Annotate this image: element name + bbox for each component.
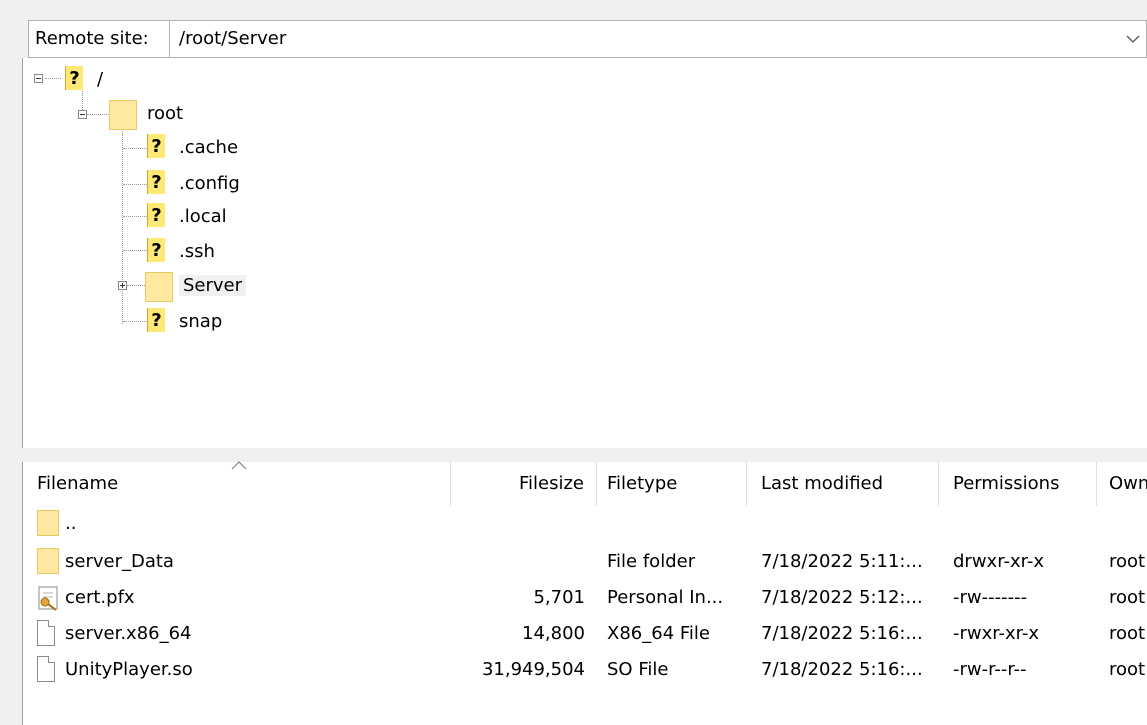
remote-directory-tree[interactable]: ? / root ? .cache ? .config ? .local ? .… [22, 58, 1147, 448]
file-permissions: -rw------- [953, 587, 1028, 608]
tree-item-label: root [147, 102, 184, 124]
table-row[interactable]: UnityPlayer.so 31,949,504 SO File 7/18/2… [23, 652, 1147, 688]
unknown-icon: ? [147, 170, 167, 196]
expand-server-expander[interactable] [118, 281, 127, 290]
tree-item-cache[interactable]: ? .cache [147, 130, 238, 164]
folder-icon [37, 510, 61, 538]
file-name: server_Data [65, 551, 174, 572]
tree-item-label: Server [179, 274, 247, 296]
column-header-label: Owner [1109, 473, 1147, 494]
tree-item-label: .cache [179, 136, 239, 158]
tree-item-label: snap [179, 310, 223, 332]
column-header-filetype[interactable]: Filetype [597, 462, 747, 506]
table-row[interactable]: cert.pfx 5,701 Personal In... 7/18/2022 … [23, 580, 1147, 616]
tree-item-local[interactable]: ? .local [147, 199, 227, 233]
pane-splitter[interactable] [0, 448, 1147, 462]
tree-item-config[interactable]: ? .config [147, 166, 240, 200]
file-modified: 7/18/2022 5:16:... [761, 623, 923, 644]
column-header-label: Filetype [607, 473, 678, 494]
file-modified: 7/18/2022 5:12:... [761, 587, 923, 608]
unknown-icon: ? [147, 238, 167, 264]
tree-item-root[interactable]: root [109, 96, 183, 130]
collapse-root-expander[interactable] [34, 74, 43, 83]
column-header-last-modified[interactable]: Last modified [747, 462, 939, 506]
file-owner: root [1109, 623, 1146, 644]
file-type: Personal In... [607, 587, 724, 608]
file-permissions: -rw-r--r-- [953, 659, 1027, 680]
unknown-icon: ? [147, 134, 167, 160]
file-name: server.x86_64 [65, 623, 192, 644]
unknown-icon: ? [147, 308, 167, 334]
sort-ascending-icon [231, 461, 247, 470]
file-name: UnityPlayer.so [65, 659, 193, 680]
tree-item-ssh[interactable]: ? .ssh [147, 234, 215, 268]
window-edge [0, 58, 22, 725]
file-modified: 7/18/2022 5:11:... [761, 551, 923, 572]
file-size [451, 544, 585, 580]
file-type: SO File [607, 659, 669, 680]
file-icon [37, 620, 61, 648]
tree-item-snap[interactable]: ? snap [147, 304, 222, 338]
file-size: 5,701 [533, 587, 585, 608]
table-row[interactable]: server.x86_64 14,800 X86_64 File 7/18/20… [23, 616, 1147, 652]
file-type: X86_64 File [607, 623, 710, 644]
tree-item-label: .config [179, 172, 240, 194]
file-owner: root [1109, 551, 1146, 572]
file-modified: 7/18/2022 5:16:... [761, 659, 923, 680]
file-size: 31,949,504 [481, 659, 585, 680]
file-name: cert.pfx [65, 587, 135, 608]
column-header-label: Filename [37, 473, 119, 494]
tree-item-root-slash[interactable]: ? / [65, 62, 103, 96]
collapse-root-folder-expander[interactable] [78, 110, 87, 119]
file-permissions: -rwxr-xr-x [953, 623, 1040, 644]
unknown-icon: ? [147, 203, 167, 229]
file-owner: root [1109, 587, 1146, 608]
tree-item-label: .local [179, 205, 227, 227]
column-header-label: Last modified [761, 473, 884, 494]
remote-site-label: Remote site: [29, 21, 170, 57]
chevron-down-icon[interactable] [1126, 33, 1140, 45]
remote-site-path-input[interactable]: /root/Server [179, 21, 286, 57]
certificate-icon [37, 584, 61, 612]
tree-item-server[interactable]: Server [145, 268, 247, 302]
file-permissions: drwxr-xr-x [953, 551, 1044, 572]
tree-item-label: / [97, 68, 104, 90]
folder-icon [109, 100, 137, 130]
column-header-permissions[interactable]: Permissions [939, 462, 1097, 506]
folder-icon [37, 548, 61, 576]
file-icon [37, 656, 61, 684]
remote-site-bar: Remote site: /root/Server [28, 20, 1147, 58]
tree-item-label: .ssh [179, 240, 215, 262]
column-header-filesize[interactable]: Filesize [451, 462, 597, 506]
table-row[interactable]: .. [23, 506, 1147, 542]
column-header-owner[interactable]: Owner [1097, 462, 1147, 506]
file-type: File folder [607, 551, 696, 572]
table-row[interactable]: server_Data File folder 7/18/2022 5:11:.… [23, 544, 1147, 580]
unknown-icon: ? [65, 66, 85, 92]
file-name: .. [65, 513, 77, 534]
file-size: 14,800 [522, 623, 585, 644]
column-header-label: Permissions [953, 473, 1060, 494]
file-owner: root [1109, 659, 1146, 680]
column-header-label: Filesize [518, 473, 584, 494]
remote-file-list[interactable]: Filename Filesize Filetype Last modified… [22, 461, 1147, 725]
folder-icon [145, 272, 173, 302]
